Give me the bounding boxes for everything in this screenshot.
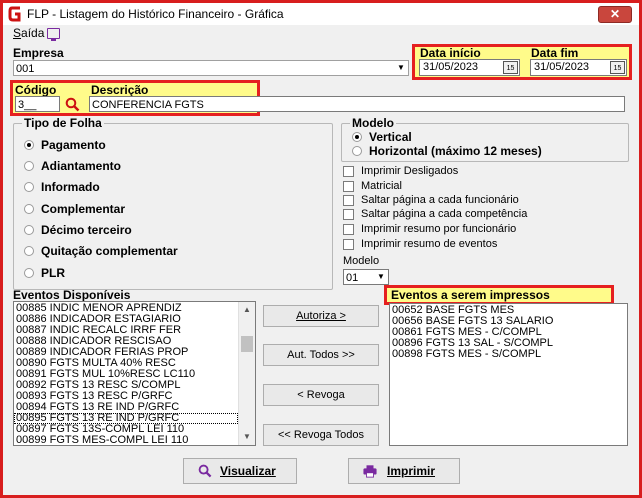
title-bar: FLP - Listagem do Histórico Financeiro -… — [3, 3, 639, 25]
scrollbar-thumb[interactable] — [241, 336, 253, 352]
printer-icon — [363, 465, 377, 478]
checkbox-label: Imprimir resumo por funcionário — [361, 223, 517, 235]
revoga-button-label: < Revoga — [297, 389, 345, 401]
radio-label: Vertical — [369, 130, 412, 144]
data-inicio-label: Data início — [420, 46, 481, 60]
radio-button[interactable] — [24, 204, 34, 214]
radio-label: Informado — [41, 180, 100, 194]
radio-button[interactable] — [352, 146, 362, 156]
data-inicio-field[interactable]: 31/05/2023 15 — [419, 59, 520, 76]
eventos-disponiveis-scrollbar[interactable]: ▲ ▼ — [238, 302, 255, 445]
radio-button[interactable] — [24, 161, 34, 171]
radio-button[interactable] — [24, 225, 34, 235]
autoriza-button[interactable]: Autoriza > — [263, 305, 379, 327]
descricao-label: Descrição — [91, 83, 149, 97]
data-inicio-value: 31/05/2023 — [423, 61, 479, 73]
checkbox[interactable] — [343, 224, 354, 235]
radio-button[interactable] — [24, 268, 34, 278]
modelo-select-value: 01 — [346, 272, 359, 284]
autoriza-button-label: Autoriza > — [296, 310, 346, 322]
search-icon — [198, 464, 212, 478]
menu-saida[interactable]: Saída — [13, 26, 44, 40]
modelo-group: Modelo Vertical Horizontal (máximo 12 me… — [341, 116, 629, 162]
radio-label: Horizontal (máximo 12 meses) — [369, 144, 542, 158]
chevron-up-icon[interactable]: ▲ — [239, 302, 255, 318]
radio-label: PLR — [41, 266, 65, 280]
eventos-impressos-title: Eventos a serem impressos — [391, 288, 550, 302]
calendar-icon[interactable]: 15 — [503, 61, 518, 74]
imprimir-label: Imprimir — [387, 464, 436, 478]
visualizar-label: Visualizar — [220, 464, 276, 478]
descricao-value: CONFERENCIA FGTS — [92, 99, 204, 111]
eventos-disponiveis-items: 00885 INDIC MENOR APRENDIZ 00886 INDICAD… — [14, 303, 238, 446]
checkbox-label: Saltar página a cada funcionário — [361, 194, 519, 206]
empresa-value: 001 — [16, 63, 35, 75]
revoga-todos-button-label: << Revoga Todos — [277, 429, 365, 441]
tipo-folha-group: Tipo de Folha Pagamento Adiantamento Inf… — [13, 116, 333, 290]
descricao-input[interactable]: CONFERENCIA FGTS — [89, 96, 625, 112]
checkbox-label: Matricial — [361, 180, 402, 192]
data-fim-value: 31/05/2023 — [534, 61, 590, 73]
checkbox[interactable] — [343, 195, 354, 206]
eventos-disponiveis-title: Eventos Disponíveis — [13, 288, 131, 302]
eventos-impressos-items: 00652 BASE FGTS MES 00656 BASE FGTS 13 S… — [390, 305, 627, 360]
checkbox-label: Imprimir Desligados — [361, 165, 459, 177]
radio-label: Décimo terceiro — [41, 223, 132, 237]
tipo-folha-title: Tipo de Folha — [22, 116, 104, 130]
menu-saida-rest: aída — [21, 26, 45, 40]
modelo-select[interactable]: 01 ▼ — [343, 269, 389, 285]
radio-label: Pagamento — [41, 138, 106, 152]
main-window: FLP - Listagem do Histórico Financeiro -… — [0, 0, 642, 498]
checkbox-label: Imprimir resumo de eventos — [361, 238, 498, 250]
checkbox[interactable] — [343, 209, 354, 220]
modelo-select-label: Modelo — [343, 255, 380, 267]
search-icon[interactable] — [65, 97, 80, 112]
radio-button[interactable] — [24, 246, 34, 256]
radio-button[interactable] — [24, 182, 34, 192]
modelo-group-title: Modelo — [350, 116, 396, 130]
app-logo-icon — [8, 6, 21, 22]
data-fim-field[interactable]: 31/05/2023 15 — [530, 59, 627, 76]
monitor-icon[interactable] — [47, 28, 60, 41]
list-item[interactable]: 00899 FGTS MES-COMPL LEI 110 — [14, 435, 238, 446]
radio-button[interactable] — [24, 140, 34, 150]
list-item[interactable]: 00898 FGTS MES - S/COMPL — [390, 349, 627, 360]
menu-bar: Saída — [3, 25, 639, 41]
chevron-down-icon[interactable]: ▼ — [374, 270, 388, 284]
codigo-input[interactable]: 3__ — [15, 96, 60, 112]
radio-label: Quitação complementar — [41, 244, 178, 258]
calendar-icon[interactable]: 15 — [610, 61, 625, 74]
radio-label: Complementar — [41, 202, 126, 216]
visualizar-button[interactable]: Visualizar — [183, 458, 297, 484]
checkbox[interactable] — [343, 181, 354, 192]
checkbox[interactable] — [343, 166, 354, 177]
empresa-label: Empresa — [13, 46, 64, 60]
codigo-value: 3__ — [18, 99, 37, 111]
data-fim-label: Data fim — [531, 46, 579, 60]
menu-saida-accel: S — [13, 26, 22, 40]
revoga-button[interactable]: < Revoga — [263, 384, 379, 406]
codigo-label: Código — [15, 83, 57, 97]
window-title: FLP - Listagem do Histórico Financeiro -… — [27, 7, 284, 21]
chevron-down-icon[interactable]: ▼ — [239, 429, 255, 445]
revoga-todos-button[interactable]: << Revoga Todos — [263, 424, 379, 446]
imprimir-button[interactable]: Imprimir — [348, 458, 460, 484]
radio-button[interactable] — [352, 132, 362, 142]
chevron-down-icon[interactable]: ▼ — [394, 61, 408, 75]
eventos-disponiveis-list[interactable]: 00885 INDIC MENOR APRENDIZ 00886 INDICAD… — [13, 301, 256, 446]
eventos-impressos-list[interactable]: 00652 BASE FGTS MES 00656 BASE FGTS 13 S… — [389, 303, 628, 446]
checkbox[interactable] — [343, 239, 354, 250]
radio-label: Adiantamento — [41, 159, 122, 173]
checkbox-label: Saltar página a cada competência — [361, 208, 528, 220]
aut-todos-button[interactable]: Aut. Todos >> — [263, 344, 379, 366]
close-button[interactable]: ✕ — [598, 6, 632, 23]
aut-todos-button-label: Aut. Todos >> — [287, 349, 355, 361]
empresa-select[interactable]: 001 ▼ — [13, 60, 409, 76]
